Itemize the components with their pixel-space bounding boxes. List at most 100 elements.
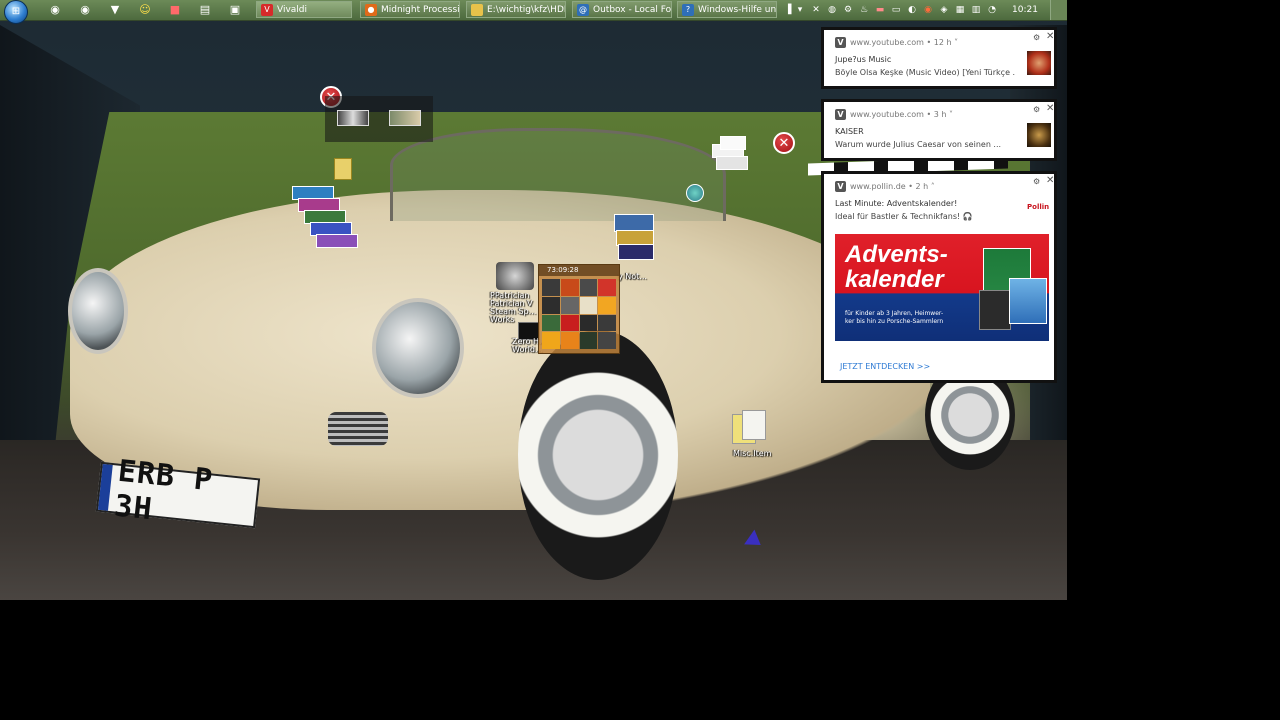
car-wheel-front [518, 330, 678, 580]
widget-tile [542, 314, 560, 332]
quicklaunch-icon-5[interactable]: ■ [168, 3, 182, 17]
tray-icon-8[interactable]: ▥ [970, 4, 982, 16]
notification-age: • 3 h ˅ [926, 110, 954, 119]
steam-icon[interactable]: ♨ [858, 4, 870, 16]
taskbar-button-explorer[interactable]: E:\wichtig\kfz\HDI ... [466, 1, 566, 18]
ad-product-box [979, 290, 1011, 330]
widget-tile [560, 314, 579, 332]
gear-icon[interactable] [686, 184, 704, 202]
desktop-label-misc[interactable]: Misc.Item [733, 449, 771, 458]
taskbar-button-label: Midnight Processio... [381, 5, 460, 15]
ad-product-box [1009, 278, 1047, 324]
car-grille [328, 412, 388, 446]
taskbar-button-outbox[interactable]: @ Outbox - Local Fold... [572, 1, 672, 18]
license-plate-text: ERB P 3H [112, 453, 215, 528]
widget-tile [579, 332, 598, 349]
document-icon [742, 410, 766, 440]
notification-cta-link[interactable]: JETZT ENTDECKEN >> [840, 362, 930, 371]
desktop-label-notes[interactable]: y Not... [618, 272, 647, 281]
notification-ad-image[interactable]: Advents- kalender für Kinder ab 3 Jahren… [835, 234, 1049, 341]
window-thumbnail[interactable] [337, 110, 369, 126]
start-button[interactable]: ⊞ [4, 0, 28, 24]
desktop-label-patrician[interactable]: PPatrician Patrician V Steam Sp... Works [490, 292, 536, 324]
quicklaunch-icon-7[interactable]: ▣ [228, 3, 242, 17]
widget-tile [560, 279, 579, 296]
quicklaunch-icon-2[interactable]: ◉ [78, 3, 92, 17]
taskbar-button-label: Vivaldi [277, 5, 308, 15]
tray-icon-6[interactable]: ◉ [922, 4, 934, 16]
taskbar-button-midnight[interactable]: ● Midnight Processio... [360, 1, 460, 18]
widget-tile [579, 279, 598, 296]
tray-icon-9[interactable]: ◔ [986, 4, 998, 16]
car-headlight-right [372, 298, 464, 398]
folder-icon[interactable] [334, 158, 352, 180]
tray-icon-1[interactable]: ◍ [826, 4, 838, 16]
window-thumbnail[interactable] [389, 110, 421, 126]
icon-stack-right[interactable] [712, 136, 752, 180]
notification-site-url: www.youtube.com [850, 38, 924, 47]
tray-icon-3[interactable]: ▬ [874, 4, 886, 16]
clock-widget-grid [542, 279, 616, 349]
window-thumbnail-bar [325, 96, 433, 142]
notification-age: • 12 h ˅ [926, 38, 959, 47]
vivaldi-icon: V [835, 37, 846, 48]
license-plate: ERB P 3H [95, 454, 261, 529]
show-desktop-button[interactable] [1050, 0, 1067, 20]
car-headlight-left [68, 268, 128, 354]
notification-site: www.youtube.com • 12 h ˅ [850, 38, 958, 47]
widget-tile [560, 332, 579, 349]
app-icon-patrician[interactable] [496, 262, 534, 290]
notification-settings-icon[interactable]: ⚙ [1033, 105, 1040, 114]
eu-band [98, 463, 113, 511]
notification-body: Warum wurde Julius Caesar von seinen ... [835, 140, 1002, 149]
widget-tile [579, 314, 598, 332]
notification-close-icon[interactable]: ✕ [1046, 103, 1054, 114]
vivaldi-icon: V [835, 181, 846, 192]
notification-youtube-1[interactable]: V www.youtube.com • 12 h ˅ ⚙ ✕ Jupe?us M… [821, 27, 1057, 89]
quicklaunch-icon-6[interactable]: ▤ [198, 3, 212, 17]
widget-tile [579, 296, 598, 314]
misc-item-icon[interactable] [732, 410, 770, 446]
taskbar-clock[interactable]: 10:21 [1010, 0, 1040, 20]
taskbar-button-help[interactable]: ? Windows-Hilfe und ... [677, 1, 777, 18]
tray-icon-5[interactable]: ◐ [906, 4, 918, 16]
icon-stack-left[interactable] [286, 180, 362, 256]
notification-close-icon[interactable]: ✕ [1046, 175, 1054, 186]
quicklaunch-icon-1[interactable]: ◉ [48, 3, 62, 17]
tray-icon-2[interactable]: ⚙ [842, 4, 854, 16]
stack-card [618, 244, 654, 260]
stack-card [316, 234, 358, 248]
widget-tile [542, 332, 560, 349]
quicklaunch-icon-3[interactable]: ▼ [108, 3, 122, 17]
notification-close-icon[interactable]: ✕ [1046, 31, 1054, 42]
widget-tile [598, 314, 616, 332]
tray-icon-4[interactable]: ▭ [890, 4, 902, 16]
notification-title: Jupe?us Music [835, 55, 892, 64]
taskbar-button-label: Outbox - Local Fold... [593, 5, 672, 15]
clock-widget[interactable]: 73:09:28 [538, 264, 620, 354]
notification-youtube-2[interactable]: V www.youtube.com • 3 h ˅ ⚙ ✕ KAISER War… [821, 99, 1057, 161]
widget-tile [542, 279, 560, 296]
notification-pollin[interactable]: V www.pollin.de • 2 h ˄ ⚙ ✕ Last Minute:… [821, 171, 1057, 383]
quicklaunch-icon-4[interactable]: ☺ [138, 3, 152, 17]
taskbar-overflow-icon[interactable]: ▐ [782, 4, 794, 16]
network-icon[interactable]: ▦ [954, 4, 966, 16]
taskbar-button-label: E:\wichtig\kfz\HDI ... [487, 5, 566, 15]
tray-expand-icon[interactable]: ▾ [794, 4, 806, 16]
icon-stack-center[interactable] [614, 214, 656, 268]
vivaldi-icon: V [261, 4, 273, 16]
widget-tile [598, 332, 616, 349]
notification-title: KAISER [835, 127, 864, 136]
tray-icon-7[interactable]: ◈ [938, 4, 950, 16]
vivaldi-icon: V [835, 109, 846, 120]
notification-settings-icon[interactable]: ⚙ [1033, 33, 1040, 42]
notification-site: www.pollin.de • 2 h ˄ [850, 182, 935, 191]
taskbar-button-vivaldi[interactable]: V Vivaldi [256, 1, 352, 18]
stack-close-button[interactable]: ✕ [773, 132, 795, 154]
notification-settings-icon[interactable]: ⚙ [1033, 177, 1040, 186]
widget-tile [560, 296, 579, 314]
ad-title: Advents- kalender [845, 241, 948, 293]
mute-icon[interactable]: ✕ [810, 4, 822, 16]
taskbar: ⊞ ◉ ◉ ▼ ☺ ■ ▤ ▣ V Vivaldi ● Midnight Pro… [0, 0, 1067, 24]
widget-tile [598, 279, 616, 296]
